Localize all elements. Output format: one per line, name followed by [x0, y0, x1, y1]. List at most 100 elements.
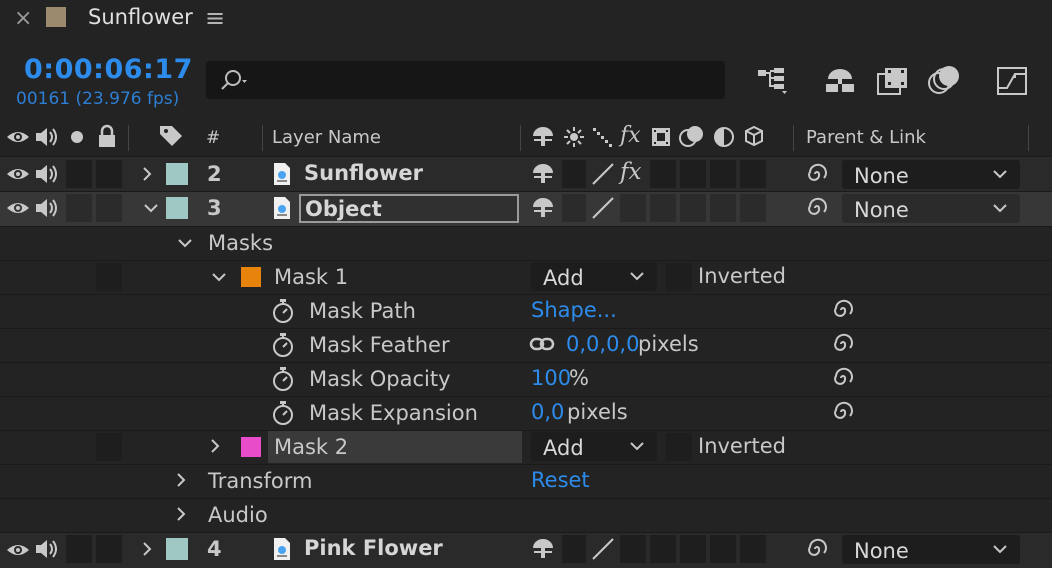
layer-name[interactable]: Sunflower [304, 161, 423, 185]
pick-whip-icon[interactable] [805, 537, 829, 561]
timecode[interactable]: 0:00:06:17 [24, 54, 193, 85]
header-video-icon[interactable] [6, 128, 30, 146]
chevron-right-icon[interactable] [141, 541, 153, 557]
pick-whip-icon[interactable] [805, 196, 829, 220]
mask2-inverted-checkbox[interactable] [666, 433, 692, 461]
lock-toggle[interactable] [96, 535, 122, 563]
header-audio-icon[interactable] [34, 126, 60, 148]
constrain-link-icon[interactable] [529, 336, 555, 352]
collapse-switch[interactable] [562, 194, 586, 222]
quality-switch-icon[interactable] [591, 196, 615, 220]
mask-lock-toggle[interactable] [96, 263, 122, 291]
header-frame-blend-icon[interactable] [650, 126, 672, 148]
shy-switch-icon[interactable] [531, 163, 555, 185]
header-quality-icon[interactable] [592, 126, 614, 148]
stopwatch-icon[interactable] [271, 298, 295, 324]
mask2-name[interactable]: Mask 2 [274, 435, 348, 459]
shy-switch-icon[interactable] [531, 197, 555, 219]
mask1-color-swatch[interactable] [241, 267, 261, 287]
pick-whip-icon[interactable] [831, 298, 855, 322]
mask-lock-toggle[interactable] [96, 433, 122, 461]
pick-whip-icon[interactable] [831, 332, 855, 356]
chevron-right-icon[interactable] [209, 438, 221, 454]
layer-name[interactable]: Pink Flower [304, 536, 443, 560]
transform-group-label[interactable]: Transform [208, 469, 312, 493]
collapse-switch[interactable] [562, 160, 586, 188]
transform-reset-link[interactable]: Reset [531, 468, 590, 492]
adjustment-switch[interactable] [710, 535, 736, 563]
mask1-name[interactable]: Mask 1 [274, 265, 348, 289]
audio-toggle-icon[interactable] [34, 538, 60, 560]
frame-blend-switch[interactable] [650, 160, 676, 188]
parent-dropdown[interactable]: None [842, 194, 1020, 223]
search-field[interactable] [206, 61, 725, 99]
mask1-mode-dropdown[interactable]: Add [531, 262, 657, 291]
lock-toggle[interactable] [96, 160, 122, 188]
frame-blending-icon[interactable] [876, 66, 910, 96]
effects-switch-icon[interactable]: fx [620, 159, 641, 185]
tab-close-button[interactable]: × [14, 6, 32, 31]
parent-dropdown[interactable]: None [842, 160, 1020, 189]
audio-group-label[interactable]: Audio [208, 503, 268, 527]
stopwatch-icon[interactable] [271, 332, 295, 358]
chevron-down-icon[interactable] [211, 271, 227, 283]
solo-toggle[interactable] [66, 160, 92, 188]
composition-flowchart-icon[interactable] [756, 66, 790, 96]
mask-path-value[interactable]: Shape... [531, 298, 617, 322]
mask1-inverted-checkbox[interactable] [666, 263, 692, 291]
layer-name-edit-field[interactable]: Object [299, 194, 519, 223]
header-adjustment-icon[interactable] [713, 126, 735, 148]
header-shy-icon[interactable] [531, 126, 555, 148]
layer-name[interactable]: Object [305, 197, 382, 221]
header-3d-layer-icon[interactable] [743, 125, 765, 147]
motion-blur-switch[interactable] [680, 535, 706, 563]
audio-toggle-icon[interactable] [34, 197, 60, 219]
motion-blur-switch[interactable] [680, 194, 706, 222]
header-effects-icon[interactable]: fx [620, 123, 641, 148]
quality-switch-icon[interactable] [591, 162, 615, 186]
header-parent-link[interactable]: Parent & Link [806, 127, 926, 148]
draft-3d-icon[interactable] [823, 66, 857, 96]
effects-switch[interactable] [620, 194, 646, 222]
stopwatch-icon[interactable] [271, 366, 295, 392]
motion-blur-icon[interactable] [926, 64, 962, 96]
panel-menu-icon[interactable]: ≡ [205, 4, 225, 32]
chevron-right-icon[interactable] [175, 506, 187, 522]
mask-feather-value[interactable]: 0,0,0,0 [566, 332, 639, 356]
header-solo-icon[interactable] [70, 130, 84, 144]
graph-editor-icon[interactable] [995, 64, 1029, 96]
solo-toggle[interactable] [66, 535, 92, 563]
video-visibility-icon[interactable] [6, 165, 30, 183]
mask2-mode-dropdown[interactable]: Add [531, 432, 657, 461]
video-visibility-icon[interactable] [6, 541, 30, 559]
video-visibility-icon[interactable] [6, 199, 30, 217]
header-layer-name[interactable]: Layer Name [272, 127, 381, 148]
solo-toggle[interactable] [66, 194, 92, 222]
mask-expansion-value[interactable]: 0,0 [531, 400, 564, 424]
frame-blend-switch[interactable] [650, 535, 676, 563]
header-collapse-icon[interactable] [563, 126, 585, 148]
mask2-color-swatch[interactable] [241, 437, 261, 457]
header-label-icon[interactable] [158, 124, 184, 148]
mask-opacity-value[interactable]: 100 [531, 366, 571, 390]
label-color-swatch[interactable] [166, 538, 188, 560]
pick-whip-icon[interactable] [831, 366, 855, 390]
tab-title[interactable]: Sunflower [88, 5, 193, 29]
adjustment-switch[interactable] [710, 160, 736, 188]
frame-blend-switch[interactable] [650, 194, 676, 222]
3d-layer-switch[interactable] [740, 160, 766, 188]
label-color-swatch[interactable] [166, 197, 188, 219]
quality-switch-icon[interactable] [591, 537, 615, 561]
effects-switch[interactable] [620, 535, 646, 563]
stopwatch-icon[interactable] [271, 400, 295, 426]
pick-whip-icon[interactable] [831, 400, 855, 424]
chevron-down-icon[interactable] [143, 202, 159, 214]
adjustment-switch[interactable] [710, 194, 736, 222]
parent-dropdown[interactable]: None [842, 535, 1020, 564]
pick-whip-icon[interactable] [805, 162, 829, 186]
chevron-down-icon[interactable] [177, 237, 193, 249]
masks-group-label[interactable]: Masks [208, 231, 273, 255]
chevron-right-icon[interactable] [175, 472, 187, 488]
audio-toggle-icon[interactable] [34, 163, 60, 185]
lock-toggle[interactable] [96, 194, 122, 222]
